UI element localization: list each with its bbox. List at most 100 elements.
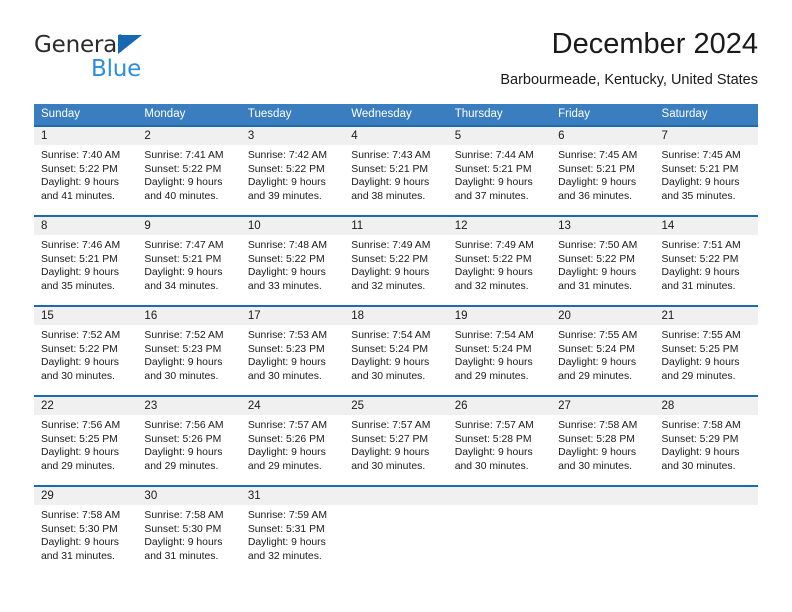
sunset-text: Sunset: 5:22 PM <box>558 253 635 265</box>
day-cell[interactable]: 3 Sunrise: 7:42 AM Sunset: 5:22 PM Dayli… <box>240 127 345 215</box>
day-body: Sunrise: 7:53 AM Sunset: 5:23 PM Dayligh… <box>241 325 344 383</box>
day-cell[interactable]: 24 Sunrise: 7:57 AM Sunset: 5:26 PM Dayl… <box>240 397 345 485</box>
week-row: 29 Sunrise: 7:58 AM Sunset: 5:30 PM Dayl… <box>34 485 758 575</box>
day-cell[interactable]: 13 Sunrise: 7:50 AM Sunset: 5:22 PM Dayl… <box>551 217 655 305</box>
day-cell[interactable]: 2 Sunrise: 7:41 AM Sunset: 5:22 PM Dayli… <box>137 127 241 215</box>
day-body: Sunrise: 7:42 AM Sunset: 5:22 PM Dayligh… <box>241 145 344 203</box>
day-number: 18 <box>351 310 365 322</box>
day-cell[interactable]: 22 Sunrise: 7:56 AM Sunset: 5:25 PM Dayl… <box>34 397 138 485</box>
day-cell[interactable]: 5 Sunrise: 7:44 AM Sunset: 5:21 PM Dayli… <box>447 127 552 215</box>
day-number: 23 <box>144 400 158 412</box>
daylight-text-line1: Daylight: 9 hours <box>454 447 533 459</box>
daylight-text-line2: and 29 minutes. <box>144 460 219 472</box>
calendar-page: General Blue December 2024 Barbourmeade,… <box>0 0 792 612</box>
day-number-band: 26 <box>447 397 552 415</box>
day-number-band: 31 <box>240 487 345 505</box>
day-cell[interactable]: 4 Sunrise: 7:43 AM Sunset: 5:21 PM Dayli… <box>344 127 448 215</box>
sunset-text: Sunset: 5:22 PM <box>351 253 429 265</box>
day-number-band: 16 <box>137 307 241 325</box>
day-number-band: 1 <box>34 127 138 145</box>
daylight-text-line1: Daylight: 9 hours <box>454 177 533 189</box>
day-cell-empty <box>654 487 758 575</box>
day-cell[interactable]: 23 Sunrise: 7:56 AM Sunset: 5:26 PM Dayl… <box>137 397 241 485</box>
daylight-text-line1: Daylight: 9 hours <box>144 267 223 279</box>
day-cell[interactable]: 11 Sunrise: 7:49 AM Sunset: 5:22 PM Dayl… <box>344 217 448 305</box>
day-cell[interactable]: 26 Sunrise: 7:57 AM Sunset: 5:28 PM Dayl… <box>447 397 552 485</box>
day-number: 11 <box>351 220 364 232</box>
weekday-header-saturday: Saturday <box>661 108 708 120</box>
day-number-band: 21 <box>654 307 758 325</box>
day-cell[interactable]: 31 Sunrise: 7:59 AM Sunset: 5:31 PM Dayl… <box>240 487 345 575</box>
day-cell[interactable]: 15 Sunrise: 7:52 AM Sunset: 5:22 PM Dayl… <box>34 307 138 395</box>
day-number-band: 23 <box>137 397 241 415</box>
day-cell[interactable]: 8 Sunrise: 7:46 AM Sunset: 5:21 PM Dayli… <box>34 217 138 305</box>
sunrise-text: Sunrise: 7:52 AM <box>144 330 224 341</box>
day-body: Sunrise: 7:45 AM Sunset: 5:21 PM Dayligh… <box>655 145 758 203</box>
sunrise-text: Sunrise: 7:48 AM <box>247 240 327 251</box>
day-body: Sunrise: 7:57 AM Sunset: 5:27 PM Dayligh… <box>344 415 447 473</box>
day-cell[interactable]: 12 Sunrise: 7:49 AM Sunset: 5:22 PM Dayl… <box>447 217 552 305</box>
day-cell[interactable]: 29 Sunrise: 7:58 AM Sunset: 5:30 PM Dayl… <box>34 487 138 575</box>
day-cell[interactable]: 19 Sunrise: 7:54 AM Sunset: 5:24 PM Dayl… <box>447 307 552 395</box>
day-cell[interactable]: 9 Sunrise: 7:47 AM Sunset: 5:21 PM Dayli… <box>137 217 241 305</box>
day-cell[interactable]: 6 Sunrise: 7:45 AM Sunset: 5:21 PM Dayli… <box>551 127 655 215</box>
weekday-header-sunday: Sunday <box>41 108 81 120</box>
daylight-text-line1: Daylight: 9 hours <box>41 447 119 459</box>
sunset-text: Sunset: 5:22 PM <box>454 253 532 265</box>
day-cell[interactable]: 20 Sunrise: 7:55 AM Sunset: 5:24 PM Dayl… <box>551 307 655 395</box>
sunset-text: Sunset: 5:22 PM <box>41 343 118 355</box>
day-body: Sunrise: 7:58 AM Sunset: 5:28 PM Dayligh… <box>551 415 654 473</box>
day-cell[interactable]: 10 Sunrise: 7:48 AM Sunset: 5:22 PM Dayl… <box>240 217 345 305</box>
day-number: 22 <box>41 400 54 412</box>
day-body: Sunrise: 7:47 AM Sunset: 5:21 PM Dayligh… <box>137 235 240 293</box>
day-number: 6 <box>558 130 565 142</box>
day-cell[interactable]: 18 Sunrise: 7:54 AM Sunset: 5:24 PM Dayl… <box>344 307 448 395</box>
day-number: 26 <box>454 400 468 412</box>
day-number-band: 9 <box>137 217 241 235</box>
day-cell[interactable]: 25 Sunrise: 7:57 AM Sunset: 5:27 PM Dayl… <box>344 397 448 485</box>
day-cell-empty <box>344 487 448 575</box>
day-body: Sunrise: 7:56 AM Sunset: 5:25 PM Dayligh… <box>34 415 137 473</box>
day-body: Sunrise: 7:54 AM Sunset: 5:24 PM Dayligh… <box>448 325 551 383</box>
sunrise-text: Sunrise: 7:57 AM <box>247 420 327 431</box>
day-cell[interactable]: 17 Sunrise: 7:53 AM Sunset: 5:23 PM Dayl… <box>240 307 345 395</box>
daylight-text-line1: Daylight: 9 hours <box>661 267 740 279</box>
day-number-band <box>447 487 552 505</box>
day-number: 14 <box>661 220 675 232</box>
day-number-band: 13 <box>551 217 655 235</box>
sunset-text: Sunset: 5:30 PM <box>144 523 222 535</box>
sunset-text: Sunset: 5:23 PM <box>144 343 222 355</box>
general-blue-logo[interactable]: General Blue <box>34 32 264 88</box>
day-body: Sunrise: 7:57 AM Sunset: 5:26 PM Dayligh… <box>241 415 344 473</box>
day-cell[interactable]: 14 Sunrise: 7:51 AM Sunset: 5:22 PM Dayl… <box>654 217 758 305</box>
day-cell[interactable]: 21 Sunrise: 7:55 AM Sunset: 5:25 PM Dayl… <box>654 307 758 395</box>
day-number-band <box>344 487 448 505</box>
logo-triangle-icon <box>118 35 142 54</box>
daylight-text-line1: Daylight: 9 hours <box>41 177 119 189</box>
day-cell[interactable]: 30 Sunrise: 7:58 AM Sunset: 5:30 PM Dayl… <box>137 487 241 575</box>
day-cell[interactable]: 1 Sunrise: 7:40 AM Sunset: 5:22 PM Dayli… <box>34 127 138 215</box>
daylight-text-line2: and 39 minutes. <box>247 190 322 202</box>
day-body: Sunrise: 7:52 AM Sunset: 5:23 PM Dayligh… <box>137 325 240 383</box>
day-cell[interactable]: 7 Sunrise: 7:45 AM Sunset: 5:21 PM Dayli… <box>654 127 758 215</box>
daylight-text-line2: and 32 minutes. <box>247 550 322 562</box>
day-body: Sunrise: 7:44 AM Sunset: 5:21 PM Dayligh… <box>448 145 551 203</box>
daylight-text-line2: and 34 minutes. <box>144 280 219 292</box>
day-number-band: 17 <box>240 307 345 325</box>
day-body: Sunrise: 7:43 AM Sunset: 5:21 PM Dayligh… <box>344 145 447 203</box>
day-number-band: 2 <box>137 127 241 145</box>
day-cell[interactable]: 27 Sunrise: 7:58 AM Sunset: 5:28 PM Dayl… <box>551 397 655 485</box>
sunrise-text: Sunrise: 7:45 AM <box>558 150 638 161</box>
daylight-text-line2: and 29 minutes. <box>41 460 115 472</box>
day-cell-empty <box>551 487 655 575</box>
page-title: December 2024 <box>551 28 758 60</box>
day-number: 21 <box>661 310 675 322</box>
day-cell-empty <box>447 487 552 575</box>
sunrise-text: Sunrise: 7:50 AM <box>558 240 638 251</box>
day-cell[interactable]: 28 Sunrise: 7:58 AM Sunset: 5:29 PM Dayl… <box>654 397 758 485</box>
daylight-text-line2: and 29 minutes. <box>558 370 633 382</box>
week-row: 22 Sunrise: 7:56 AM Sunset: 5:25 PM Dayl… <box>34 395 758 485</box>
day-cell[interactable]: 16 Sunrise: 7:52 AM Sunset: 5:23 PM Dayl… <box>137 307 241 395</box>
daylight-text-line2: and 35 minutes. <box>41 280 115 292</box>
sunset-text: Sunset: 5:21 PM <box>351 163 429 175</box>
